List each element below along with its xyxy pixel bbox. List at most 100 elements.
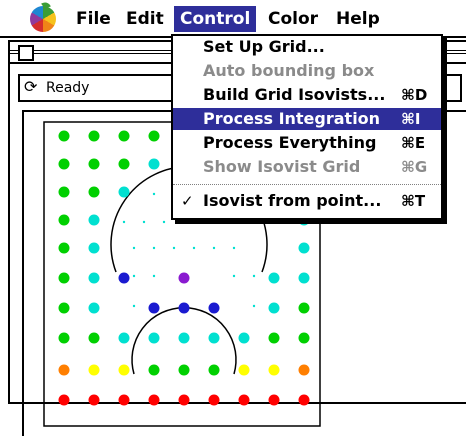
menu-item-isovist-from-point[interactable]: ✓ Isovist from point... ⌘T (173, 190, 441, 212)
tiny-grid-point (182, 220, 186, 224)
menu-item-build-grid-isovists[interactable]: Build Grid Isovists... ⌘D (173, 84, 441, 106)
grid-point (118, 158, 130, 170)
tiny-grid-point (132, 304, 136, 308)
tiny-grid-point (152, 246, 156, 250)
grid-point (238, 332, 250, 344)
grid-point (178, 302, 190, 314)
grid-point (178, 364, 190, 376)
tiny-grid-point (252, 274, 256, 278)
tiny-grid-point (232, 246, 236, 250)
menu-item-auto-bounding-box: Auto bounding box (173, 60, 441, 82)
grid-point (178, 272, 190, 284)
grid-point (118, 186, 130, 198)
menu-edit[interactable]: Edit (120, 6, 170, 32)
grid-point (178, 394, 190, 406)
menu-help[interactable]: Help (330, 6, 386, 32)
tiny-grid-point (132, 274, 136, 278)
checkmark-icon: ✓ (181, 192, 194, 210)
grid-point (118, 130, 130, 142)
menu-item-label: Set Up Grid... (203, 37, 325, 56)
grid-point (88, 332, 100, 344)
grid-point (58, 130, 70, 142)
grid-point (118, 364, 130, 376)
grid-point (118, 332, 130, 344)
tiny-grid-point (192, 246, 196, 250)
grid-point (208, 394, 220, 406)
refresh-icon: ⟳ (24, 77, 38, 96)
grid-point (88, 394, 100, 406)
tiny-grid-point (172, 246, 176, 250)
grid-point (118, 394, 130, 406)
grid-point (148, 332, 160, 344)
menu-item-shortcut: ⌘I (401, 110, 421, 128)
menu-separator (173, 184, 441, 185)
grid-point (268, 394, 280, 406)
grid-point (88, 186, 100, 198)
grid-point (208, 364, 220, 376)
menu-bar: File Edit Control Color Help (0, 0, 466, 38)
grid-point (58, 272, 70, 284)
tiny-grid-point (212, 246, 216, 250)
grid-point (58, 186, 70, 198)
tiny-grid-point (162, 220, 166, 224)
grid-point (88, 214, 100, 226)
apple-menu-icon[interactable] (30, 6, 56, 32)
grid-point (58, 364, 70, 376)
grid-point (148, 158, 160, 170)
menu-item-show-isovist-grid: Show Isovist Grid ⌘G (173, 156, 441, 178)
menu-color[interactable]: Color (262, 6, 324, 32)
grid-point (208, 302, 220, 314)
grid-point (58, 242, 70, 254)
grid-point (58, 302, 70, 314)
menu-item-shortcut: ⌘T (401, 192, 426, 210)
grid-point (298, 394, 310, 406)
tiny-grid-point (132, 246, 136, 250)
status-text: Ready (46, 80, 90, 96)
menu-item-label: Build Grid Isovists... (203, 85, 386, 104)
grid-point (298, 332, 310, 344)
grid-point (268, 364, 280, 376)
grid-point (88, 272, 100, 284)
close-box-icon[interactable] (18, 45, 34, 61)
tiny-grid-point (232, 274, 236, 278)
grid-point (148, 130, 160, 142)
grid-point (238, 364, 250, 376)
menu-item-label: Process Integration (203, 109, 381, 128)
menu-item-process-everything[interactable]: Process Everything ⌘E (173, 132, 441, 154)
grid-point (298, 272, 310, 284)
grid-point (268, 272, 280, 284)
menu-item-label: Show Isovist Grid (203, 157, 361, 176)
grid-point (118, 272, 130, 284)
menu-item-set-up-grid[interactable]: Set Up Grid... (173, 36, 441, 58)
menu-item-label: Isovist from point... (203, 191, 382, 210)
grid-point (88, 130, 100, 142)
grid-point (58, 394, 70, 406)
grid-point (88, 302, 100, 314)
grid-point (58, 214, 70, 226)
menu-control[interactable]: Control (174, 6, 257, 32)
menu-item-label: Auto bounding box (203, 61, 375, 80)
grid-point (148, 364, 160, 376)
grid-point (88, 242, 100, 254)
menu-item-process-integration[interactable]: Process Integration ⌘I (173, 108, 441, 130)
grid-point (298, 242, 310, 254)
grid-point (268, 302, 280, 314)
tiny-grid-point (152, 274, 156, 278)
grid-point (178, 332, 190, 344)
grid-point (238, 394, 250, 406)
grid-point (148, 302, 160, 314)
tiny-grid-point (152, 192, 156, 196)
tiny-grid-point (142, 220, 146, 224)
control-menu-dropdown: Set Up Grid... Auto bounding box Build G… (171, 34, 443, 220)
menu-item-shortcut: ⌘G (401, 158, 428, 176)
menu-item-shortcut: ⌘D (401, 86, 428, 104)
menu-item-label: Process Everything (203, 133, 377, 152)
grid-point (58, 332, 70, 344)
tiny-grid-point (122, 220, 126, 224)
grid-point (58, 158, 70, 170)
grid-point (88, 364, 100, 376)
grid-point (268, 332, 280, 344)
menu-file[interactable]: File (70, 6, 117, 32)
grid-point (148, 394, 160, 406)
grid-point (88, 158, 100, 170)
